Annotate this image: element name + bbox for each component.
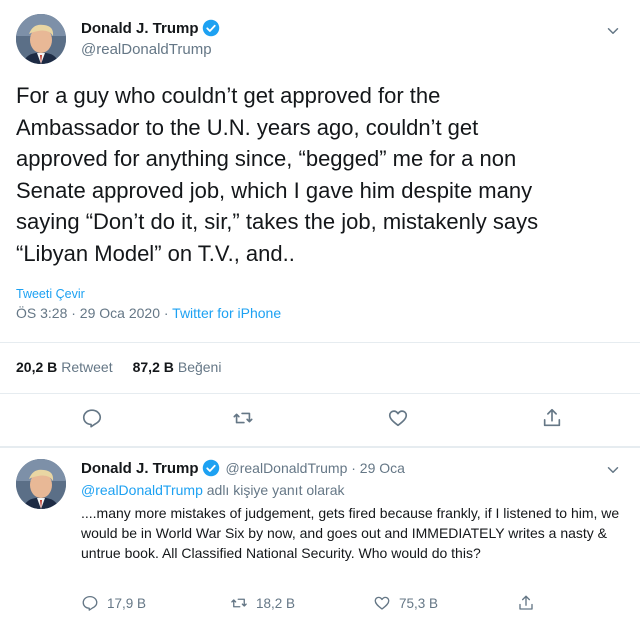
retweet-count: 18,2 B (256, 595, 296, 611)
retweet-icon[interactable] (232, 407, 254, 429)
like-count: 75,3 B (399, 595, 439, 611)
divider (0, 446, 640, 448)
retweet-stat[interactable]: 20,2 B Retweet (16, 359, 113, 375)
tweet-stats: 20,2 B Retweet 87,2 B Beğeni (16, 359, 221, 375)
avatar[interactable] (16, 459, 66, 509)
tweet-timestamp[interactable]: ÖS 3:28 · 29 Oca 2020 · (16, 305, 172, 321)
like-action[interactable]: 75,3 B (373, 594, 438, 612)
retweet-action[interactable]: 18,2 B (230, 594, 295, 612)
like-stat[interactable]: 87,2 B Beğeni (133, 359, 222, 375)
author-name-row: Donald J. Trump (81, 19, 220, 37)
divider (0, 342, 640, 343)
reply-mention-link[interactable]: @realDonaldTrump (81, 482, 203, 498)
tweet-meta: ÖS 3:28 · 29 Oca 2020 · Twitter for iPho… (16, 305, 281, 321)
reply-author-row: Donald J. Trump @realDonaldTrump · 29 Oc… (81, 459, 405, 477)
reply-tweet-text: ....many more mistakes of judgement, get… (81, 505, 620, 561)
replying-to-line: @realDonaldTrump adlı kişiye yanıt olara… (81, 482, 344, 498)
chevron-down-icon[interactable] (604, 461, 622, 479)
avatar-image (16, 459, 66, 509)
author-handle[interactable]: @realDonaldTrump (81, 41, 212, 58)
verified-badge-icon (202, 459, 220, 477)
retweet-label: Retweet (61, 359, 113, 375)
reply-icon (82, 595, 98, 611)
tweet-source-link[interactable]: Twitter for iPhone (172, 305, 281, 321)
retweet-icon (231, 598, 247, 608)
reply-icon[interactable] (81, 407, 103, 429)
share-icon (519, 595, 533, 610)
main-tweet: Donald J. Trump @realDonaldTrump For a g… (0, 0, 640, 447)
reply-author-display-name[interactable]: Donald J. Trump (81, 460, 199, 477)
reply-action[interactable]: 17,9 B (81, 594, 146, 612)
tweet-text: For a guy who couldn’t get approved for … (16, 83, 539, 266)
like-label: Beğeni (177, 359, 222, 375)
avatar-image (16, 14, 66, 64)
translate-tweet-link[interactable]: Tweeti Çevir (16, 287, 85, 301)
share-icon[interactable] (541, 407, 563, 429)
author-display-name[interactable]: Donald J. Trump (81, 20, 199, 37)
like-count: 87,2 B (132, 359, 174, 375)
avatar[interactable] (16, 14, 66, 64)
divider (0, 393, 640, 394)
retweet-count: 20,2 B (16, 359, 58, 375)
reply-to-suffix: adlı kişiye yanıt olarak (202, 482, 345, 498)
verified-badge-icon (202, 19, 220, 37)
share-action[interactable] (517, 594, 543, 612)
chevron-down-icon[interactable] (604, 22, 622, 40)
heart-icon[interactable] (387, 407, 409, 429)
reply-handle-and-time[interactable]: @realDonaldTrump · 29 Oca (226, 460, 405, 476)
heart-icon (374, 596, 390, 610)
reply-count: 17,9 B (107, 595, 147, 611)
